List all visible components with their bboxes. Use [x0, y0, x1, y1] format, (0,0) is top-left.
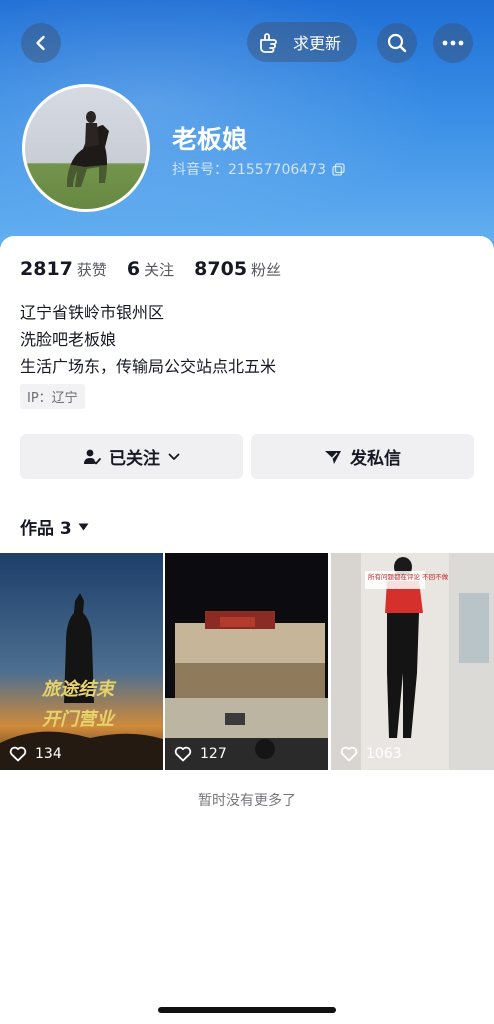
works-tab-label: 作品 3: [20, 519, 72, 539]
no-more-content-text: 暂时没有更多了: [198, 793, 296, 809]
request-update-label: 求更新: [293, 34, 342, 53]
video-likes-count: 134: [35, 746, 62, 762]
douyin-id-text: 抖音号：21557706473: [172, 162, 326, 178]
bio-line-1: 辽宁省铁岭市银州区: [20, 303, 165, 322]
video-likes: 134: [9, 746, 62, 762]
search-button[interactable]: [377, 23, 417, 63]
douyin-id: 抖音号：21557706473: [172, 159, 345, 179]
stat-followers[interactable]: 8705 粉丝: [194, 258, 281, 280]
thumbnail-overlay-line-1: 旅途结束: [41, 679, 117, 700]
heart-icon: [174, 746, 192, 762]
stat-followers-value: 8705: [194, 258, 248, 280]
profile-stats: 2817 获赞 6 关注 8705 粉丝: [20, 258, 281, 280]
request-update-button[interactable]: 求更新: [247, 22, 358, 62]
video-likes: 127: [174, 746, 227, 762]
video-thumbnail-image: 所有问题都在评论 不回不做: [331, 553, 494, 770]
stat-followers-label: 粉丝: [251, 261, 282, 279]
video-thumbnail[interactable]: 127: [165, 553, 328, 770]
stat-likes-label: 获赞: [76, 261, 107, 279]
copy-icon[interactable]: [332, 162, 345, 176]
pointing-hand-icon: [260, 33, 277, 53]
avatar-horse-rider-image: [25, 111, 147, 209]
followed-label: 已关注: [109, 449, 160, 469]
video-likes-count: 1063: [366, 746, 402, 762]
video-thumbnail[interactable]: 所有问题都在评论 不回不做 1063: [331, 553, 494, 770]
avatar[interactable]: [22, 84, 150, 212]
caret-down-icon: [78, 523, 89, 530]
bio-line-2: 洗脸吧老板娘: [20, 330, 117, 349]
video-thumbnail-image: 旅途结束 开门营业: [0, 553, 163, 770]
send-message-icon: [325, 450, 341, 464]
more-dots-icon: [442, 40, 464, 46]
stat-likes[interactable]: 2817 获赞: [20, 258, 107, 280]
nickname: 老板娘: [172, 125, 248, 154]
thumbnail-overlay-text: 所有问题都在评论 不回不做: [368, 572, 449, 581]
followed-button[interactable]: 已关注: [20, 434, 243, 479]
chevron-left-icon: [36, 35, 45, 51]
tab-works[interactable]: 作品 3: [20, 514, 89, 539]
video-thumbnail[interactable]: 旅途结束 开门营业 134: [0, 553, 163, 770]
video-thumbnail-image: [165, 553, 328, 770]
user-check-icon: [84, 449, 101, 464]
thumbnail-overlay-line-2: 开门营业: [42, 709, 116, 730]
heart-icon: [340, 746, 358, 762]
stat-likes-value: 2817: [20, 258, 73, 280]
back-button[interactable]: [21, 23, 61, 63]
home-indicator[interactable]: [158, 1007, 336, 1013]
stat-following-value: 6: [126, 258, 141, 280]
ip-location-tag: IP：辽宁: [20, 384, 85, 409]
send-message-label: 发私信: [350, 449, 401, 469]
heart-icon: [9, 746, 27, 762]
video-likes: 1063: [340, 746, 402, 762]
chevron-down-icon: [168, 453, 180, 460]
more-button[interactable]: [433, 23, 473, 63]
video-likes-count: 127: [200, 746, 227, 762]
search-icon: [387, 33, 407, 53]
stat-following-label: 关注: [144, 261, 175, 279]
stat-following[interactable]: 6 关注: [127, 258, 174, 280]
bio-line-3: 生活广场东，传输局公交站点北五米: [20, 357, 277, 376]
works-grid: 旅途结束 开门营业 134 127 所有问题都在评论 不回不做 1063: [0, 553, 494, 770]
send-message-button[interactable]: 发私信: [251, 434, 474, 479]
